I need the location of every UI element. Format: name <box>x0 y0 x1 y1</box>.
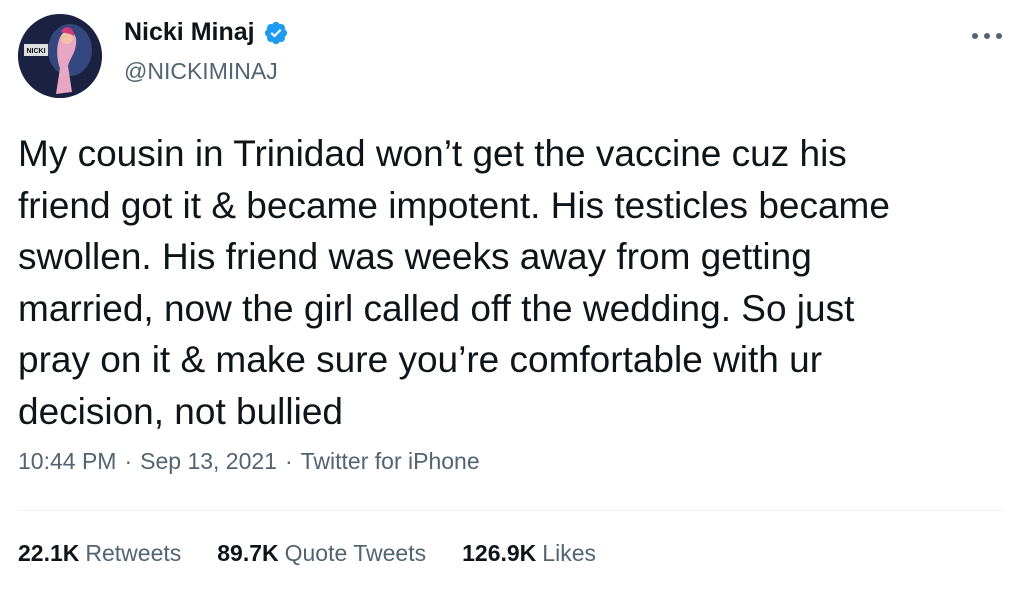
author-name-row: Nicki Minaj <box>124 18 289 47</box>
dot-icon <box>996 33 1002 39</box>
retweets-label: Retweets <box>85 540 182 566</box>
author-display-name[interactable]: Nicki Minaj <box>124 18 255 47</box>
more-options-icon[interactable] <box>972 26 1002 46</box>
avatar-image: NICKI <box>18 14 102 98</box>
tweet-text: My cousin in Trinidad won’t get the vacc… <box>18 133 890 432</box>
author-handle[interactable]: @NICKIMINAJ <box>124 58 278 85</box>
quote-tweets-stat[interactable]: 89.7K Quote Tweets <box>217 540 426 567</box>
likes-label: Likes <box>542 540 596 566</box>
quote-tweets-label: Quote Tweets <box>284 540 427 566</box>
meta-separator: · <box>284 448 293 474</box>
likes-count: 126.9K <box>462 540 537 566</box>
tweet-meta: 10:44 PM · Sep 13, 2021 · Twitter for iP… <box>18 448 480 475</box>
tweet-source[interactable]: Twitter for iPhone <box>301 448 480 475</box>
avatar[interactable]: NICKI <box>18 14 102 98</box>
tweet-time[interactable]: 10:44 PM <box>18 448 116 475</box>
quote-tweets-count: 89.7K <box>217 540 279 566</box>
divider <box>18 510 1004 511</box>
retweets-count: 22.1K <box>18 540 80 566</box>
tweet-date[interactable]: Sep 13, 2021 <box>140 448 277 475</box>
likes-stat[interactable]: 126.9K Likes <box>462 540 596 567</box>
dot-icon <box>972 33 978 39</box>
meta-separator: · <box>124 448 133 474</box>
dot-icon <box>984 33 990 39</box>
retweets-stat[interactable]: 22.1K Retweets <box>18 540 181 567</box>
verified-badge-icon <box>263 20 289 46</box>
tweet-card: NICKI Nicki Minaj @NICKIMINAJ My cousin … <box>0 0 1024 596</box>
engagement-stats: 22.1K Retweets 89.7K Quote Tweets 126.9K… <box>18 540 596 567</box>
avatar-logo-text: NICKI <box>26 48 45 55</box>
